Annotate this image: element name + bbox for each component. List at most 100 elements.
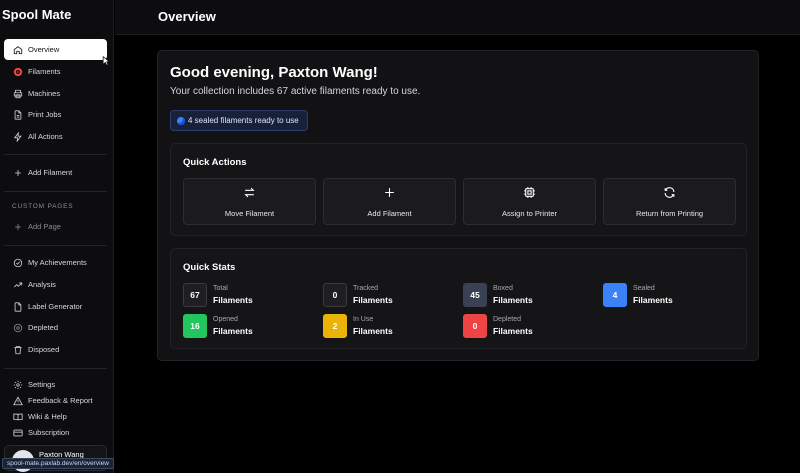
quick-actions-panel: Quick Actions Move Filament Add Filament… bbox=[170, 143, 747, 236]
stat-count-badge: 2 bbox=[323, 314, 347, 338]
stat-sublabel: Filaments bbox=[353, 326, 393, 336]
stat-sublabel: Filaments bbox=[493, 295, 533, 305]
sidebar-item-print-jobs[interactable]: Print Jobs bbox=[4, 104, 107, 125]
sidebar-item-label: Add Page bbox=[28, 222, 61, 231]
sidebar-item-label: Settings bbox=[28, 380, 56, 389]
sidebar-item-label: Label Generator bbox=[28, 302, 83, 311]
stat-sublabel: Filaments bbox=[353, 295, 393, 305]
sidebar-item-label: Wiki & Help bbox=[28, 412, 67, 421]
book-icon bbox=[12, 411, 23, 422]
file-icon bbox=[12, 301, 23, 312]
action-label: Move Filament bbox=[224, 208, 275, 218]
sidebar-item-achievements[interactable]: My Achievements bbox=[4, 252, 107, 273]
stat-count-badge: 0 bbox=[463, 314, 487, 338]
sealed-badge-text: 4 sealed filaments ready to use bbox=[188, 116, 299, 125]
custom-pages-label: CUSTOM PAGES bbox=[12, 203, 74, 210]
sidebar-item-all-actions[interactable]: All Actions bbox=[4, 126, 107, 147]
file-icon bbox=[12, 109, 23, 120]
action-label: Return from Printing bbox=[635, 208, 704, 218]
swap-icon bbox=[243, 186, 256, 204]
trend-icon bbox=[12, 279, 23, 290]
quick-stats-title: Quick Stats bbox=[183, 262, 236, 273]
page-title: Overview bbox=[158, 9, 216, 24]
card-icon bbox=[12, 427, 23, 438]
sidebar-divider bbox=[4, 368, 107, 369]
sidebar-add-page-button[interactable]: Add Page bbox=[4, 216, 107, 237]
stat-count-badge: 16 bbox=[183, 314, 207, 338]
sidebar-item-label-generator[interactable]: Label Generator bbox=[4, 296, 107, 317]
stat-label: Sealed bbox=[633, 285, 655, 292]
action-label: Add Filament bbox=[367, 208, 412, 218]
stat-label: Opened bbox=[213, 316, 238, 323]
sidebar-item-label: Feedback & Report bbox=[28, 396, 93, 405]
sealed-filaments-badge[interactable]: 4 sealed filaments ready to use bbox=[170, 110, 308, 131]
gear-icon bbox=[12, 379, 23, 390]
stat-count-badge: 45 bbox=[463, 283, 487, 307]
plus-icon bbox=[383, 186, 396, 204]
stat-label: Total bbox=[213, 285, 228, 292]
stat-sublabel: Filaments bbox=[493, 326, 533, 336]
depleted-icon bbox=[12, 322, 23, 333]
action-label: Assign to Printer bbox=[501, 208, 558, 218]
status-url-tooltip: spool-mate.paxlab.dev/en/overview bbox=[2, 458, 114, 469]
sidebar: Spool Mate Overview Filaments Machines P… bbox=[0, 0, 114, 473]
sidebar-item-disposed[interactable]: Disposed bbox=[4, 339, 107, 360]
stat-opened[interactable]: 16 Opened Filaments bbox=[183, 314, 318, 338]
bolt-icon bbox=[12, 131, 23, 142]
sidebar-item-machines[interactable]: Machines bbox=[4, 83, 107, 104]
trash-icon bbox=[12, 344, 23, 355]
stat-label: Boxed bbox=[493, 285, 513, 292]
stat-sublabel: Filaments bbox=[213, 295, 253, 305]
stat-count-badge: 0 bbox=[323, 283, 347, 307]
sidebar-item-label: Filaments bbox=[28, 67, 61, 76]
home-icon bbox=[12, 44, 23, 55]
sidebar-item-label: Analysis bbox=[28, 280, 56, 289]
sidebar-item-overview[interactable]: Overview bbox=[4, 39, 107, 60]
assign-to-printer-button[interactable]: Assign to Printer bbox=[463, 178, 596, 225]
stat-sublabel: Filaments bbox=[633, 295, 673, 305]
quick-actions-title: Quick Actions bbox=[183, 157, 247, 168]
sidebar-divider bbox=[4, 154, 107, 155]
stat-label: In Use bbox=[353, 316, 374, 323]
stat-sealed[interactable]: 4 Sealed Filaments bbox=[603, 283, 738, 307]
stat-in-use[interactable]: 2 In Use Filaments bbox=[323, 314, 458, 338]
sidebar-item-depleted[interactable]: Depleted bbox=[4, 317, 107, 338]
plus-icon bbox=[12, 221, 23, 232]
sidebar-item-label: My Achievements bbox=[28, 258, 87, 267]
stat-total[interactable]: 67 Total Filaments bbox=[183, 283, 318, 307]
quick-stats-panel: Quick Stats 67 Total Filaments 0 Tracked… bbox=[170, 248, 747, 349]
refresh-icon bbox=[663, 186, 676, 204]
sidebar-item-label: Machines bbox=[28, 89, 61, 98]
overview-card: Good evening, Paxton Wang! Your collecti… bbox=[157, 50, 759, 361]
sidebar-item-label: All Actions bbox=[28, 132, 63, 141]
greeting-heading: Good evening, Paxton Wang! bbox=[170, 64, 378, 81]
sidebar-item-label: Overview bbox=[28, 45, 60, 54]
return-from-printing-button[interactable]: Return from Printing bbox=[603, 178, 736, 225]
top-header: Overview bbox=[115, 0, 800, 35]
sidebar-divider bbox=[4, 191, 107, 192]
stat-sublabel: Filaments bbox=[213, 326, 253, 336]
stat-count-badge: 67 bbox=[183, 283, 207, 307]
sidebar-item-filaments[interactable]: Filaments bbox=[4, 61, 107, 82]
check-circle-icon bbox=[12, 257, 23, 268]
printer-icon bbox=[12, 88, 23, 99]
sidebar-item-label: Disposed bbox=[28, 345, 60, 354]
sidebar-item-analysis[interactable]: Analysis bbox=[4, 274, 107, 295]
stat-count-badge: 4 bbox=[603, 283, 627, 307]
add-filament-button[interactable]: Add Filament bbox=[323, 178, 456, 225]
stat-label: Tracked bbox=[353, 285, 379, 292]
app-brand: Spool Mate bbox=[2, 7, 72, 22]
collection-summary: Your collection includes 67 active filam… bbox=[170, 86, 421, 97]
spool-dot-icon bbox=[177, 116, 185, 125]
move-filament-button[interactable]: Move Filament bbox=[183, 178, 316, 225]
mouse-cursor-icon bbox=[102, 56, 110, 66]
sidebar-item-label: Add Filament bbox=[28, 168, 73, 177]
stat-depleted[interactable]: 0 Depleted Filaments bbox=[463, 314, 598, 338]
sidebar-divider bbox=[4, 245, 107, 246]
sidebar-item-subscription[interactable]: Subscription bbox=[4, 422, 107, 443]
stat-boxed[interactable]: 45 Boxed Filaments bbox=[463, 283, 598, 307]
stat-label: Depleted bbox=[493, 316, 522, 323]
plus-icon bbox=[12, 167, 23, 178]
stat-tracked[interactable]: 0 Tracked Filaments bbox=[323, 283, 458, 307]
sidebar-add-filament-button[interactable]: Add Filament bbox=[4, 162, 107, 183]
